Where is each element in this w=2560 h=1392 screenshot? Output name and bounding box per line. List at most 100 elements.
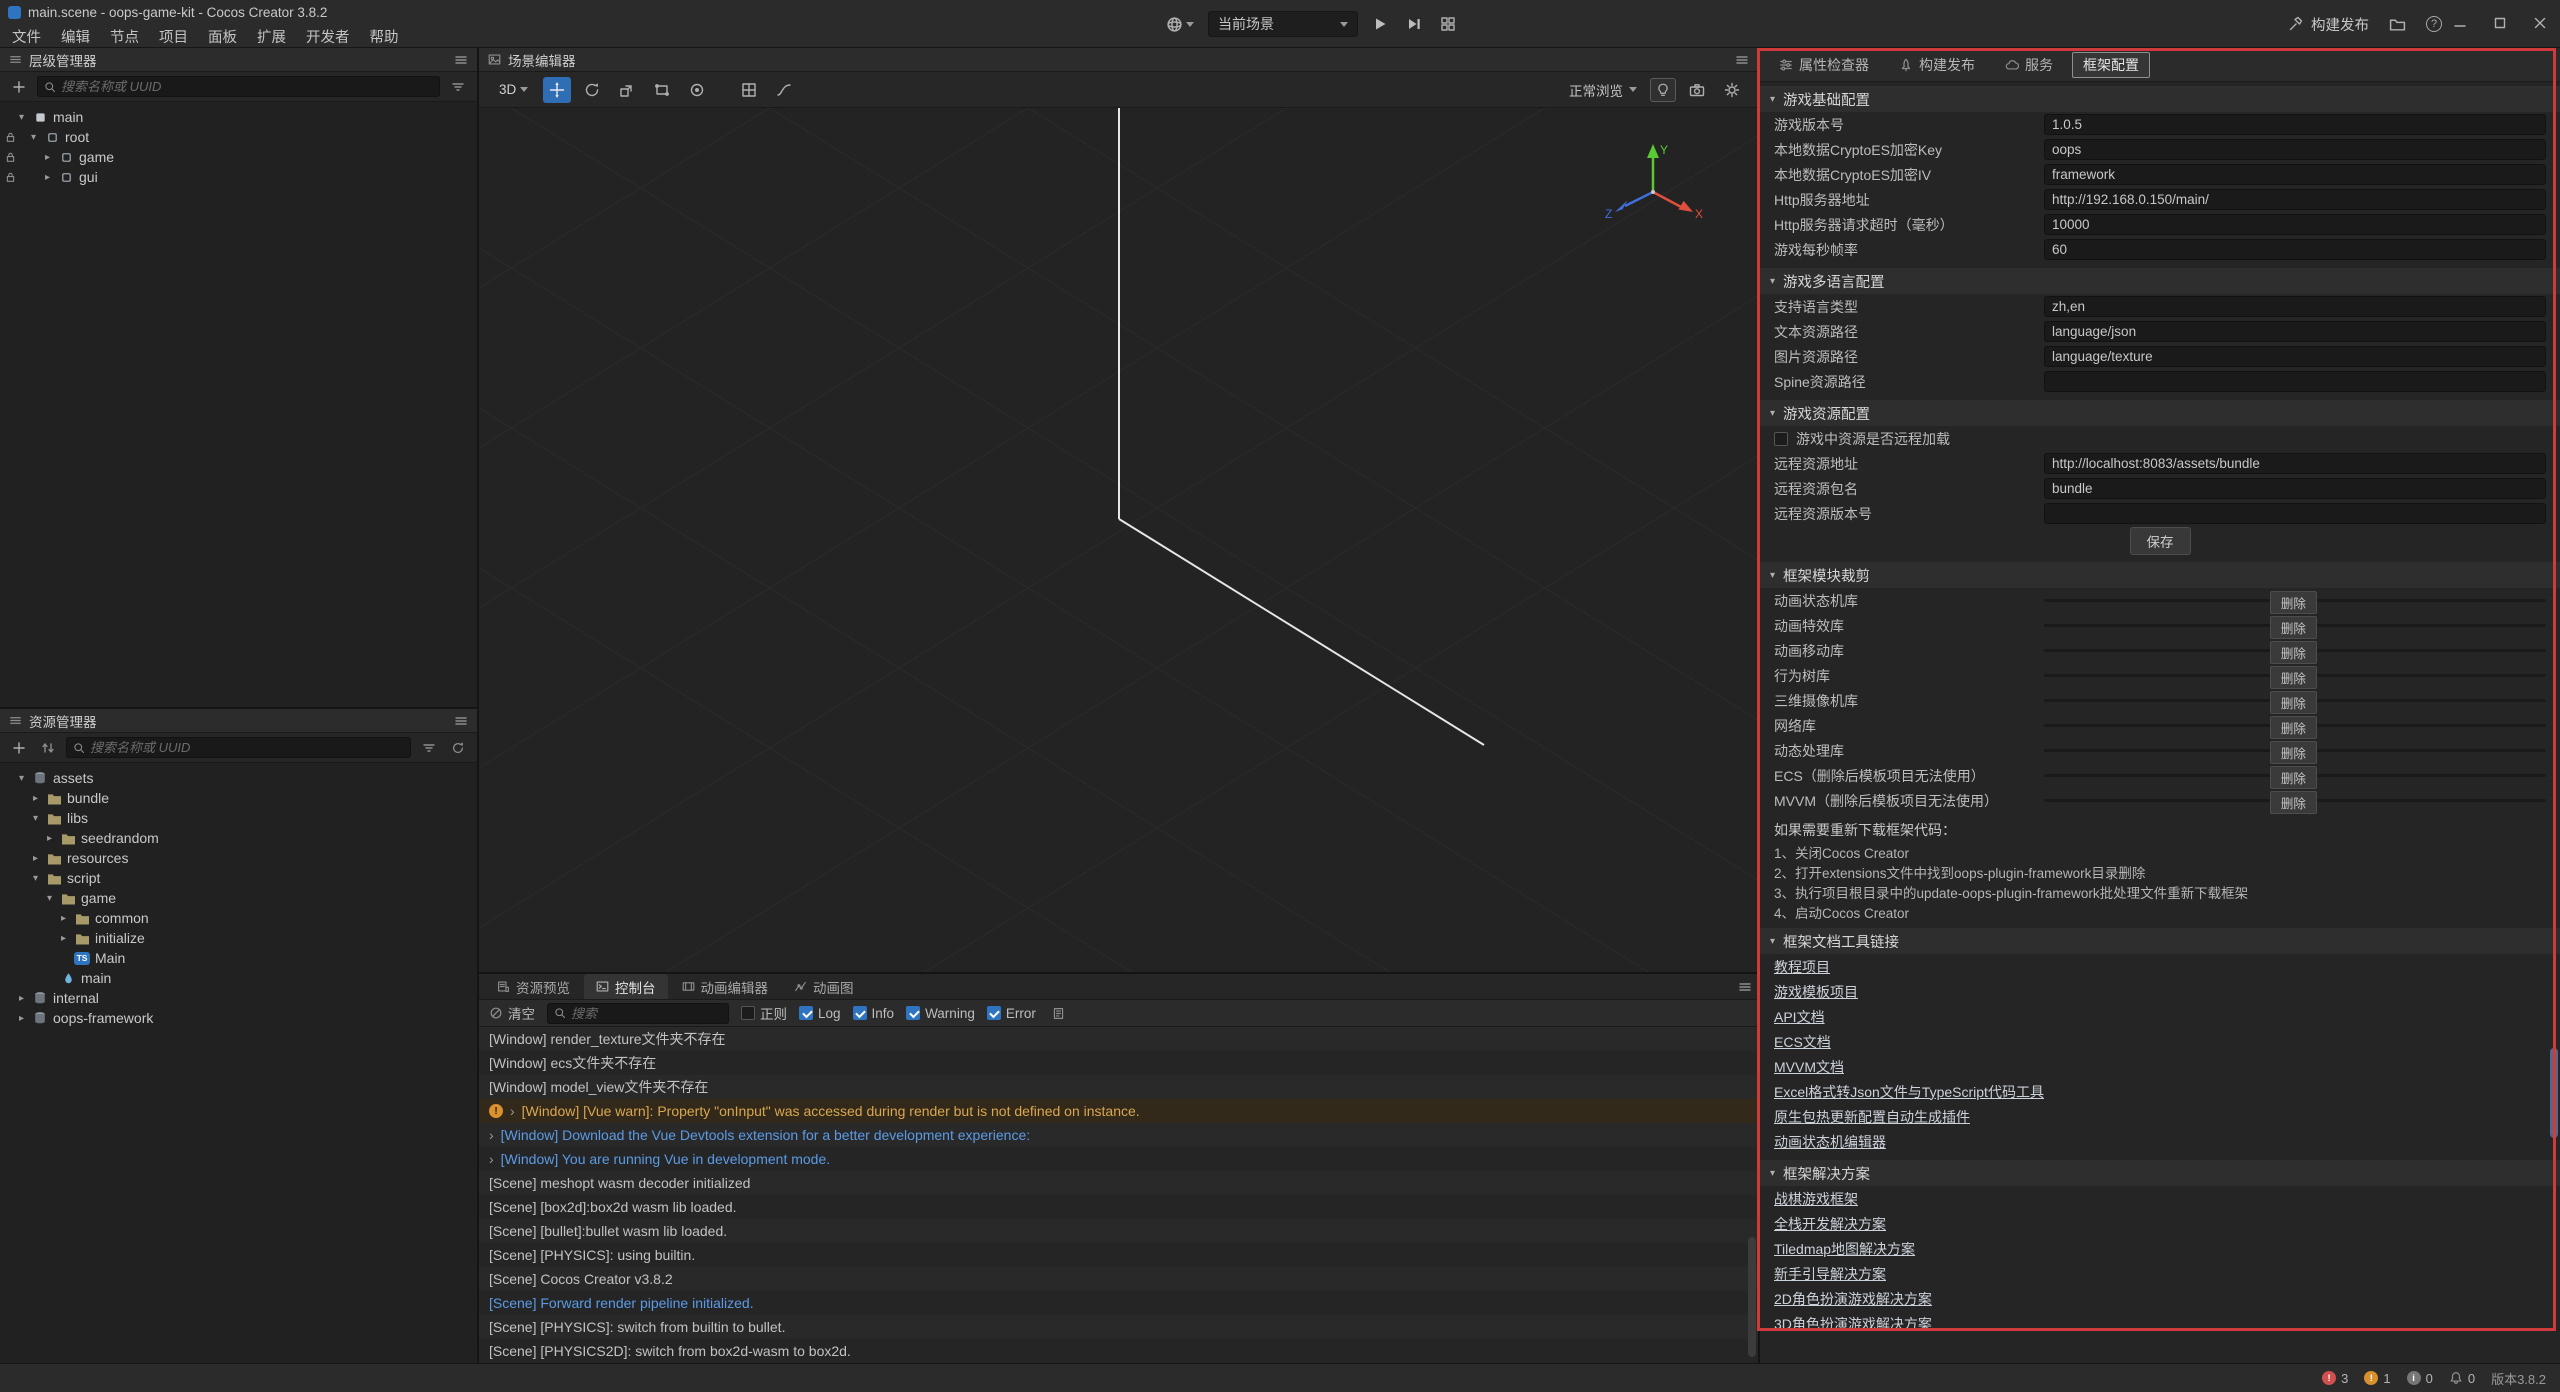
doc-link[interactable]: MVVM文档 [1774,1057,1844,1077]
log-row[interactable]: ! › [Scene] meshopt wasm decoder initial… [479,1171,1758,1195]
property-input[interactable] [2044,114,2546,135]
expand-arrow[interactable] [16,1013,27,1024]
scene-camera-button[interactable] [1683,77,1711,103]
log-expand-arrow[interactable]: › [489,1152,494,1166]
delete-module-button[interactable]: 删除 [2270,691,2317,714]
scene-viewport[interactable]: Y X Z [479,108,1758,972]
close-button[interactable] [2526,10,2554,36]
asset-tree-item[interactable]: TS oops-framework [0,1008,477,1028]
menu-item[interactable]: 文件 [2,26,51,47]
property-input[interactable] [2044,214,2546,235]
log-row[interactable]: ! › [Scene] Cocos Creator v3.8.2 [479,1267,1758,1291]
panel-menu-icon[interactable] [454,53,468,67]
regex-checkbox[interactable]: 正则 [741,1003,787,1023]
tab-property-inspector[interactable]: 属性检查器 [1768,52,1880,78]
delete-module-button[interactable]: 删除 [2270,716,2317,739]
help-button[interactable]: ? [2426,16,2442,32]
expand-arrow[interactable] [16,993,27,1004]
solution-link[interactable]: 全栈开发解决方案 [1774,1214,1886,1234]
axis-gizmo[interactable]: Y X Z [1603,138,1703,238]
doc-link[interactable]: API文档 [1774,1007,1825,1027]
open-project-folder-button[interactable] [2389,16,2406,33]
hierarchy-node[interactable]: game [0,147,477,167]
property-input[interactable] [2044,164,2546,185]
expand-arrow[interactable] [30,813,41,824]
log-row[interactable]: ! › [Scene] [PHYSICS2D]: switch from box… [479,1339,1758,1363]
assets-filter-button[interactable] [418,737,440,759]
log-row[interactable]: ! › [Window] render_texture文件夹不存在 [479,1027,1758,1051]
save-button[interactable]: 保存 [2130,527,2191,555]
log-row[interactable]: ! › [Window] Download the Vue Devtools e… [479,1123,1758,1147]
tab-asset-preview[interactable]: 资源预览 [485,974,582,999]
projection-3d-button[interactable]: 3D [491,79,536,100]
delete-module-button[interactable]: 删除 [2270,666,2317,689]
menu-item[interactable]: 项目 [149,26,198,47]
property-input[interactable] [2044,478,2546,499]
menu-item[interactable]: 开发者 [296,26,360,47]
asset-tree-item[interactable]: TS common [0,908,477,928]
notification-badge[interactable]: 0 [2449,1371,2475,1386]
scene-settings-button[interactable] [1718,77,1746,103]
expand-arrow[interactable] [30,873,41,884]
tab-console[interactable]: 控制台 [584,974,668,999]
solution-link[interactable]: 3D角色扮演游戏解决方案 [1774,1314,1932,1334]
section-resources-header[interactable]: ▾ 游戏资源配置 [1760,400,2560,426]
delete-module-button[interactable]: 删除 [2270,791,2317,814]
layout-button[interactable] [1436,12,1460,36]
doc-link[interactable]: 教程项目 [1774,957,1830,977]
property-input[interactable] [2044,321,2546,342]
tab-service[interactable]: 服务 [1994,52,2064,78]
maximize-button[interactable] [2486,10,2514,36]
log-row[interactable]: ! › [Scene] [PHYSICS]: using builtin. [479,1243,1758,1267]
rotate-tool-button[interactable] [578,77,606,103]
hierarchy-filter-button[interactable] [447,76,469,98]
solution-link[interactable]: 战棋游戏框架 [1774,1189,1858,1209]
property-input[interactable] [2044,239,2546,260]
tab-framework-config[interactable]: 框架配置 [2072,52,2150,78]
section-modules-header[interactable]: ▾ 框架模块裁剪 [1760,562,2560,588]
warning-count-badge[interactable]: ! 1 [2364,1371,2390,1386]
property-input[interactable] [2044,503,2546,524]
log-row[interactable]: ! › [Window] [Vue warn]: Property "onInp… [479,1099,1758,1123]
expand-arrow[interactable] [16,773,27,784]
asset-tree-item[interactable]: TS script [0,868,477,888]
build-publish-button[interactable]: 构建发布 [2288,14,2369,35]
asset-tree-item[interactable]: TS resources [0,848,477,868]
step-button[interactable] [1402,12,1426,36]
scene-tab-label[interactable]: 场景编辑器 [508,50,576,70]
assets-search[interactable] [66,737,411,758]
section-docs-header[interactable]: ▾ 框架文档工具链接 [1760,928,2560,954]
scene-select[interactable]: 当前场景 [1208,11,1358,37]
asset-tree-item[interactable]: TS initialize [0,928,477,948]
menu-item[interactable]: 面板 [198,26,247,47]
expand-arrow[interactable] [16,112,27,123]
panel-menu-icon[interactable] [1735,53,1749,67]
log-row[interactable]: ! › [Scene] [bullet]:bullet wasm lib loa… [479,1219,1758,1243]
expand-arrow[interactable] [28,132,39,143]
hierarchy-search[interactable] [37,76,440,97]
expand-arrow[interactable] [30,793,41,804]
log-row[interactable]: ! › [Window] You are running Vue in deve… [479,1147,1758,1171]
view-mode-dropdown[interactable]: 正常浏览 [1563,77,1643,103]
console-scrollbar-thumb[interactable] [1748,1237,1756,1357]
delete-module-button[interactable]: 删除 [2270,616,2317,639]
error-count-badge[interactable]: ! 3 [2322,1371,2348,1386]
property-input[interactable] [2044,371,2546,392]
delete-module-button[interactable]: 删除 [2270,641,2317,664]
play-button[interactable] [1368,12,1392,36]
panel-menu-icon[interactable] [1738,980,1752,994]
solution-link[interactable]: 新手引导解决方案 [1774,1264,1886,1284]
section-i18n-header[interactable]: ▾ 游戏多语言配置 [1760,268,2560,294]
preview-platform-button[interactable] [1162,12,1198,37]
delete-module-button[interactable]: 删除 [2270,591,2317,614]
property-input[interactable] [2044,139,2546,160]
log-row[interactable]: ! › [Scene] [PHYSICS]: switch from built… [479,1315,1758,1339]
asset-tree-item[interactable]: TS Main [0,948,477,968]
scene-light-toggle[interactable] [1650,78,1676,102]
snap-grid-button[interactable] [735,77,763,103]
expand-arrow[interactable] [30,853,41,864]
inspector-scrollbar-thumb[interactable] [2550,1048,2558,1138]
hierarchy-node[interactable]: gui [0,167,477,187]
hierarchy-search-input[interactable] [61,79,433,94]
section-solutions-header[interactable]: ▾ 框架解决方案 [1760,1160,2560,1186]
